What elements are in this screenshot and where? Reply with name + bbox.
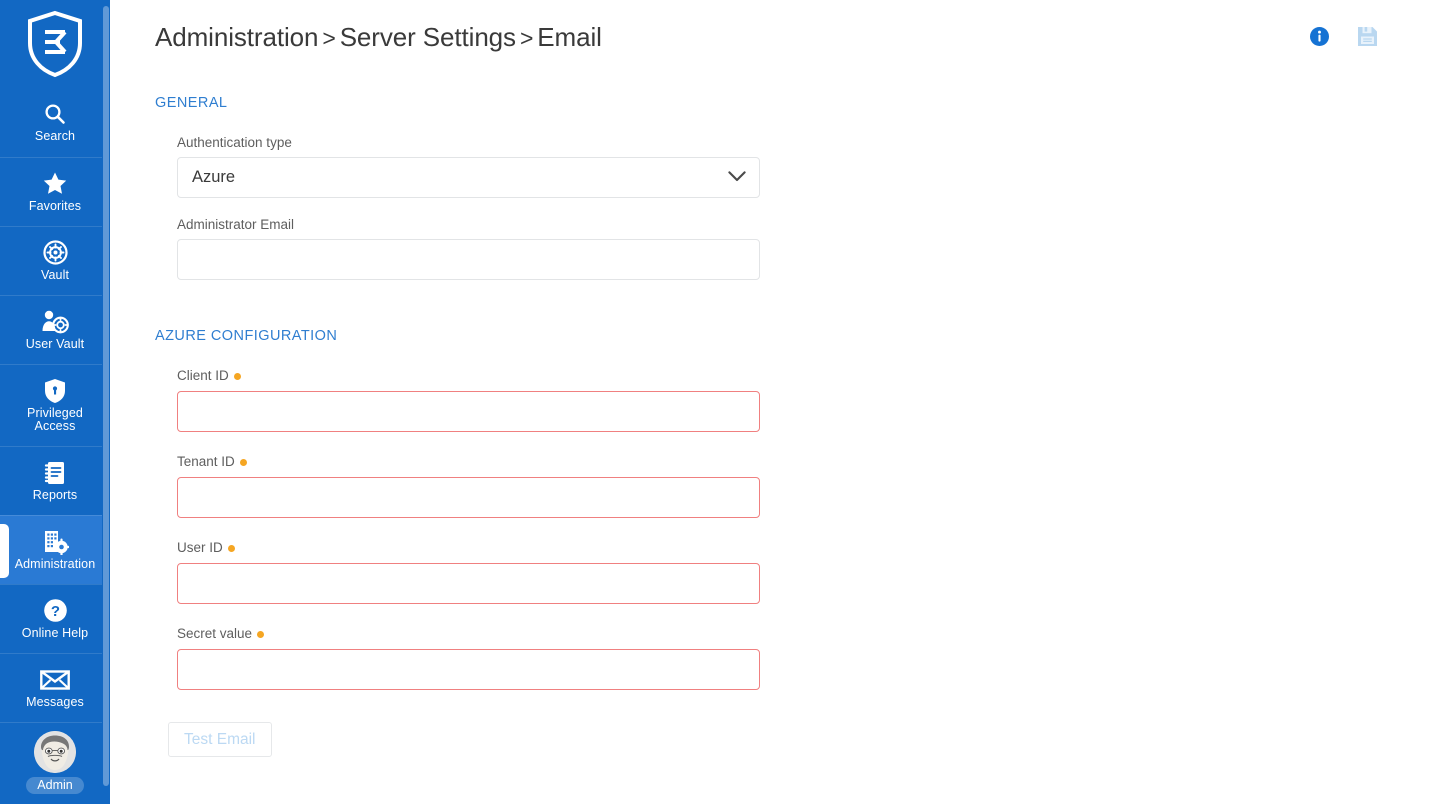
- avatar: [34, 731, 76, 773]
- breadcrumb-separator: >: [318, 25, 339, 51]
- section-title-general: GENERAL: [155, 95, 1430, 111]
- user-id-input[interactable]: [177, 563, 760, 604]
- required-indicator-icon: [240, 459, 247, 466]
- authentication-type-value: Azure: [192, 168, 235, 187]
- sidebar-scrollbar-thumb[interactable]: [103, 6, 109, 786]
- breadcrumb-separator: >: [516, 25, 537, 51]
- app-logo[interactable]: [0, 0, 110, 88]
- user-profile-name: Admin: [26, 777, 83, 794]
- sidebar-item-administration[interactable]: Administration: [0, 515, 110, 584]
- topbar-actions: [1310, 26, 1378, 50]
- required-indicator-icon: [257, 631, 264, 638]
- sidebar-item-label: Administration: [13, 558, 98, 572]
- required-indicator-icon: [228, 545, 235, 552]
- sidebar-item-label: Reports: [31, 489, 79, 503]
- sidebar-item-reports[interactable]: Reports: [0, 446, 110, 515]
- user-profile[interactable]: Admin: [0, 722, 110, 804]
- field-label-text: Tenant ID: [177, 454, 235, 470]
- field-label-text: Administrator Email: [177, 217, 294, 233]
- sidebar-item-label: Vault: [39, 269, 71, 283]
- sidebar-item-vault[interactable]: Vault: [0, 226, 110, 295]
- settings-form: GENERAL Authentication type Azure: [110, 76, 1430, 757]
- field-label: Tenant ID: [177, 454, 760, 470]
- sidebar-scrollbar[interactable]: [102, 0, 110, 804]
- sidebar-item-user-vault[interactable]: User Vault: [0, 295, 110, 364]
- sidebar: Search Favorites: [0, 0, 110, 804]
- field-label: Authentication type: [177, 135, 760, 151]
- star-icon: [42, 171, 68, 197]
- field-label: Administrator Email: [177, 217, 760, 233]
- authentication-type-select-wrapper: Azure: [177, 157, 760, 198]
- field-label: Secret value: [177, 626, 760, 642]
- test-email-button[interactable]: Test Email: [168, 722, 272, 757]
- main-content: Administration>Server Settings>Email: [110, 0, 1430, 804]
- app-window: Search Favorites: [0, 0, 1430, 804]
- sidebar-scroll-content: Search Favorites: [0, 0, 110, 804]
- administration-building-gear-icon: [42, 529, 69, 555]
- field-label-text: User ID: [177, 540, 223, 556]
- sidebar-item-label: Messages: [24, 696, 86, 710]
- question-circle-icon: ?: [43, 598, 68, 624]
- user-vault-icon: [41, 309, 69, 335]
- search-icon: [43, 101, 67, 127]
- save-icon: [1357, 26, 1378, 50]
- field-tenant-id: Tenant ID: [177, 454, 760, 518]
- field-label: User ID: [177, 540, 760, 556]
- required-indicator-icon: [234, 373, 241, 380]
- envelope-icon: [40, 667, 70, 693]
- svg-text:?: ?: [50, 603, 59, 620]
- sidebar-item-label: Favorites: [27, 200, 83, 214]
- vault-gear-icon: [43, 240, 68, 266]
- field-authentication-type: Authentication type Azure: [177, 135, 760, 198]
- field-label-text: Authentication type: [177, 135, 292, 151]
- field-administrator-email: Administrator Email: [177, 217, 760, 280]
- administrator-email-input[interactable]: [177, 239, 760, 280]
- breadcrumb-item-administration[interactable]: Administration: [155, 22, 318, 52]
- sidebar-item-label: Privileged Access: [25, 407, 85, 434]
- sidebar-item-label: Online Help: [20, 627, 90, 641]
- field-label-text: Client ID: [177, 368, 229, 384]
- field-label-text: Secret value: [177, 626, 252, 642]
- field-client-id: Client ID: [177, 368, 760, 432]
- breadcrumb-item-email: Email: [537, 22, 602, 52]
- sidebar-item-search[interactable]: Search: [0, 88, 110, 157]
- info-button[interactable]: [1310, 27, 1329, 49]
- save-button[interactable]: [1357, 26, 1378, 50]
- sidebar-item-favorites[interactable]: Favorites: [0, 157, 110, 226]
- shield-logo-icon: [26, 10, 84, 78]
- section-title-azure-configuration: AZURE CONFIGURATION: [155, 328, 1430, 344]
- reports-book-icon: [43, 460, 67, 486]
- sidebar-item-label: Search: [33, 130, 77, 144]
- topbar: Administration>Server Settings>Email: [110, 0, 1430, 76]
- field-user-id: User ID: [177, 540, 760, 604]
- breadcrumb-item-server-settings[interactable]: Server Settings: [340, 22, 516, 52]
- field-label: Client ID: [177, 368, 760, 384]
- shield-lock-icon: [44, 378, 66, 404]
- client-id-input[interactable]: [177, 391, 760, 432]
- authentication-type-select[interactable]: Azure: [177, 157, 760, 198]
- sidebar-item-label: User Vault: [24, 338, 86, 352]
- info-icon: [1310, 27, 1329, 49]
- field-secret-value: Secret value: [177, 626, 760, 690]
- tenant-id-input[interactable]: [177, 477, 760, 518]
- breadcrumb: Administration>Server Settings>Email: [155, 20, 602, 55]
- secret-value-input[interactable]: [177, 649, 760, 690]
- sidebar-item-messages[interactable]: Messages: [0, 653, 110, 722]
- sidebar-item-online-help[interactable]: ? Online Help: [0, 584, 110, 653]
- sidebar-item-privileged-access[interactable]: Privileged Access: [0, 364, 110, 446]
